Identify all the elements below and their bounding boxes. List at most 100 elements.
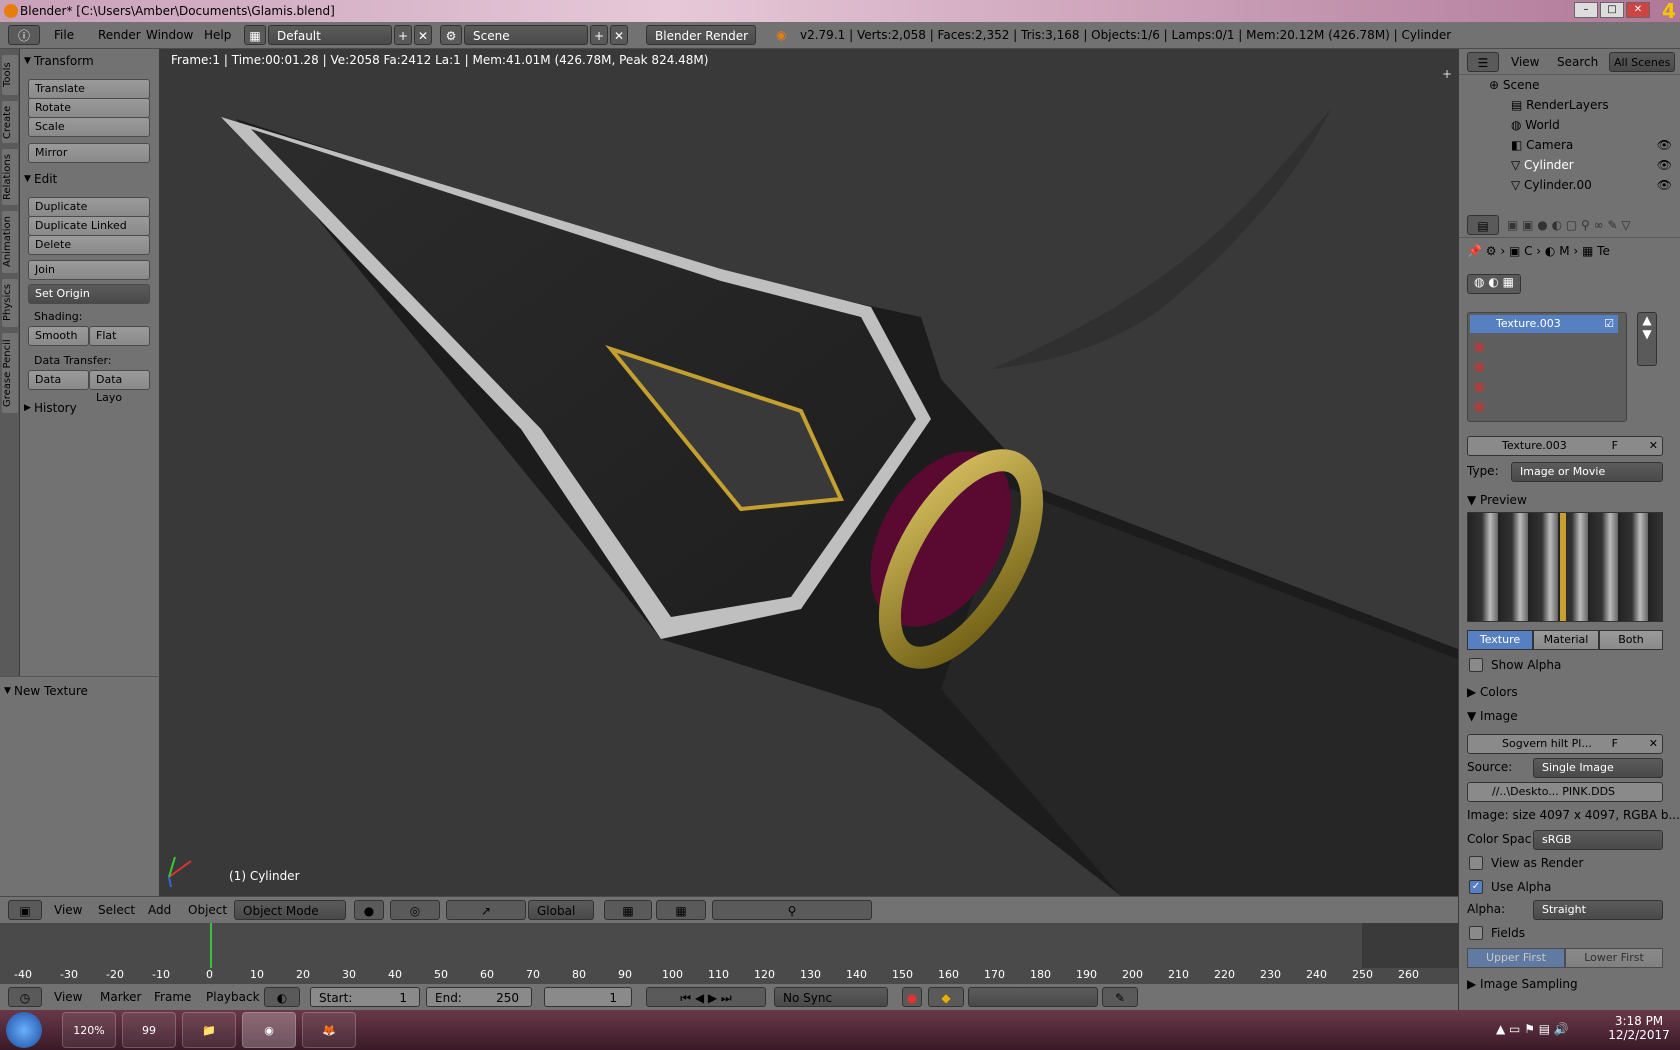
- texture-type-dropdown[interactable]: Image or Movie: [1511, 462, 1663, 482]
- close-button[interactable]: ✕: [1626, 2, 1650, 18]
- use-alpha-checkbox[interactable]: ✓: [1469, 880, 1483, 894]
- menu-window[interactable]: Window: [146, 25, 193, 45]
- upper-first-button[interactable]: Upper First: [1467, 948, 1565, 968]
- maximize-button[interactable]: □: [1600, 2, 1624, 18]
- menu-render[interactable]: Render: [98, 25, 141, 45]
- filepath-field[interactable]: //..\Deskto... PINK.DDS: [1467, 782, 1663, 802]
- outliner-item[interactable]: ▤ RenderLayers: [1459, 95, 1680, 115]
- fake-user-button[interactable]: F: [1612, 437, 1618, 455]
- layout-dropdown[interactable]: Default: [268, 25, 392, 45]
- layers2-icon[interactable]: ▦: [656, 900, 706, 920]
- manipulator-icon[interactable]: ↗: [446, 900, 526, 920]
- viewport-plus-icon[interactable]: +: [1442, 67, 1452, 81]
- slot-move-buttons[interactable]: ▲ ▼: [1637, 312, 1657, 366]
- preview-tab-both[interactable]: Both: [1599, 630, 1663, 650]
- start-frame-field[interactable]: Start: 1: [310, 987, 420, 1007]
- smooth-button[interactable]: Smooth: [28, 326, 89, 346]
- duplicate-button[interactable]: Duplicate: [28, 197, 150, 217]
- outliner-item[interactable]: ▽ Cylinder.00 👁: [1459, 175, 1680, 195]
- translate-button[interactable]: Translate: [28, 79, 150, 99]
- tray-icons[interactable]: ▲ ▭ ⚑ ▤ 🔊: [1496, 1022, 1569, 1036]
- mode-dropdown[interactable]: Object Mode: [234, 900, 346, 920]
- menu-playback[interactable]: Playback: [206, 987, 260, 1007]
- snap-tools-icon[interactable]: ⚲: [712, 900, 872, 920]
- outliner-item[interactable]: ▽ Cylinder 👁: [1459, 155, 1680, 175]
- image-datablock-field[interactable]: Sogvern hilt Pl... F ✕: [1467, 734, 1663, 754]
- outliner-item[interactable]: ◍ World: [1459, 115, 1680, 135]
- menu-select[interactable]: Select: [98, 900, 135, 920]
- preview-tab-material[interactable]: Material: [1533, 630, 1599, 650]
- layout-icon[interactable]: ▦: [244, 25, 266, 45]
- sync-dropdown[interactable]: No Sync: [774, 987, 888, 1007]
- editor-type-button[interactable]: ▣: [8, 900, 42, 920]
- mirror-button[interactable]: Mirror: [28, 143, 150, 163]
- scene-remove-icon[interactable]: ✕: [610, 25, 628, 45]
- visibility-icon[interactable]: 👁: [1657, 175, 1672, 195]
- outliner-item[interactable]: ⊕ Scene: [1459, 75, 1680, 95]
- pivot-icon[interactable]: ◎: [390, 900, 440, 920]
- texture-slot-selected[interactable]: Texture.003 ☑: [1470, 315, 1618, 333]
- clock[interactable]: 3:18 PM 12/2/2017: [1606, 1014, 1672, 1042]
- playback-controls-icon[interactable]: ⏮ ◀ ▶ ⏭: [646, 987, 766, 1007]
- render-engine-dropdown[interactable]: Blender Render: [646, 25, 756, 45]
- transform-panel-header[interactable]: ▼ Transform: [20, 51, 159, 71]
- duplicate-linked-button[interactable]: Duplicate Linked: [28, 216, 150, 236]
- layout-add-icon[interactable]: +: [394, 25, 412, 45]
- current-frame-marker[interactable]: [210, 923, 212, 968]
- unlink-icon[interactable]: ✕: [1649, 437, 1658, 455]
- shading-mode-icon[interactable]: ●: [354, 900, 384, 920]
- outliner-item[interactable]: ◧ Camera 👁: [1459, 135, 1680, 155]
- checkbox-icon[interactable]: ☑: [1604, 315, 1614, 333]
- record-icon[interactable]: ●: [902, 987, 922, 1007]
- taskbar-app-blender[interactable]: ◉: [242, 1012, 296, 1048]
- rotate-button[interactable]: Rotate: [28, 98, 150, 118]
- image-panel-header[interactable]: ▼ Image: [1467, 706, 1663, 726]
- empty-slots[interactable]: ▦ ▦ ▦ ▦: [1474, 337, 1484, 417]
- context-tabs-icons[interactable]: ▣ ▣ ● ◐ ▢ ⚲ ∞ ✎ ▽: [1507, 215, 1631, 235]
- menu-object[interactable]: Object: [188, 900, 227, 920]
- texture-slot-list[interactable]: Texture.003 ☑ ▦ ▦ ▦ ▦: [1467, 312, 1627, 422]
- keyframe-icon[interactable]: ◆: [928, 987, 964, 1007]
- editor-type-button[interactable]: ◷: [8, 987, 42, 1007]
- set-origin-dropdown[interactable]: Set Origin: [28, 284, 150, 304]
- data-button[interactable]: Data: [28, 370, 89, 390]
- end-frame-field[interactable]: End: 250: [426, 987, 532, 1007]
- start-button[interactable]: [6, 1012, 42, 1048]
- menu-view[interactable]: View: [54, 900, 82, 920]
- texture-datablock-field[interactable]: Texture.003 F ✕: [1467, 436, 1663, 456]
- scale-button[interactable]: Scale: [28, 117, 150, 137]
- colors-panel-header[interactable]: ▶ Colors: [1467, 682, 1663, 702]
- menu-marker[interactable]: Marker: [100, 987, 141, 1007]
- fields-checkbox[interactable]: [1469, 926, 1483, 940]
- keying-icon[interactable]: ◐: [264, 987, 300, 1007]
- edit-panel-header[interactable]: ▼ Edit: [20, 169, 159, 189]
- alpha-mode-dropdown[interactable]: Straight: [1533, 900, 1663, 920]
- join-button[interactable]: Join: [28, 260, 150, 280]
- color-space-dropdown[interactable]: sRGB: [1533, 830, 1663, 850]
- visibility-icon[interactable]: 👁: [1657, 155, 1672, 175]
- show-alpha-checkbox[interactable]: [1469, 658, 1483, 672]
- editor-type-button[interactable]: ☰: [1467, 52, 1499, 72]
- menu-add[interactable]: Add: [148, 900, 171, 920]
- orientation-dropdown[interactable]: Global: [528, 900, 594, 920]
- taskbar-app-monitor[interactable]: 99: [122, 1012, 176, 1048]
- menu-view[interactable]: View: [54, 987, 82, 1007]
- 3d-viewport[interactable]: Frame:1 | Time:00:01.28 | Ve:2058 Fa:241…: [161, 49, 1458, 896]
- taskbar-app-acrobat[interactable]: 120%: [62, 1012, 116, 1048]
- scene-icon[interactable]: ⚙: [440, 25, 462, 45]
- keying-set-field[interactable]: [968, 987, 1098, 1007]
- menu-search[interactable]: Search: [1557, 52, 1598, 72]
- source-dropdown[interactable]: Single Image: [1533, 758, 1663, 778]
- unlink-icon[interactable]: ✕: [1649, 735, 1658, 753]
- scene-dropdown[interactable]: Scene: [464, 25, 588, 45]
- tab-create[interactable]: Create: [2, 101, 18, 143]
- layout-remove-icon[interactable]: ✕: [414, 25, 432, 45]
- scene-add-icon[interactable]: +: [590, 25, 608, 45]
- preview-panel-header[interactable]: ▼ Preview: [1467, 490, 1663, 510]
- keying-add-icon[interactable]: ✎: [1102, 987, 1138, 1007]
- lower-first-button[interactable]: Lower First: [1565, 948, 1663, 968]
- preview-tab-texture[interactable]: Texture: [1467, 630, 1533, 650]
- timeline[interactable]: -40 -30 -20 -10 0 10 20 30 40 50 60 70 8…: [0, 923, 1458, 983]
- view-as-render-checkbox[interactable]: [1469, 856, 1483, 870]
- tab-grease-pencil[interactable]: Grease Pencil: [2, 333, 18, 413]
